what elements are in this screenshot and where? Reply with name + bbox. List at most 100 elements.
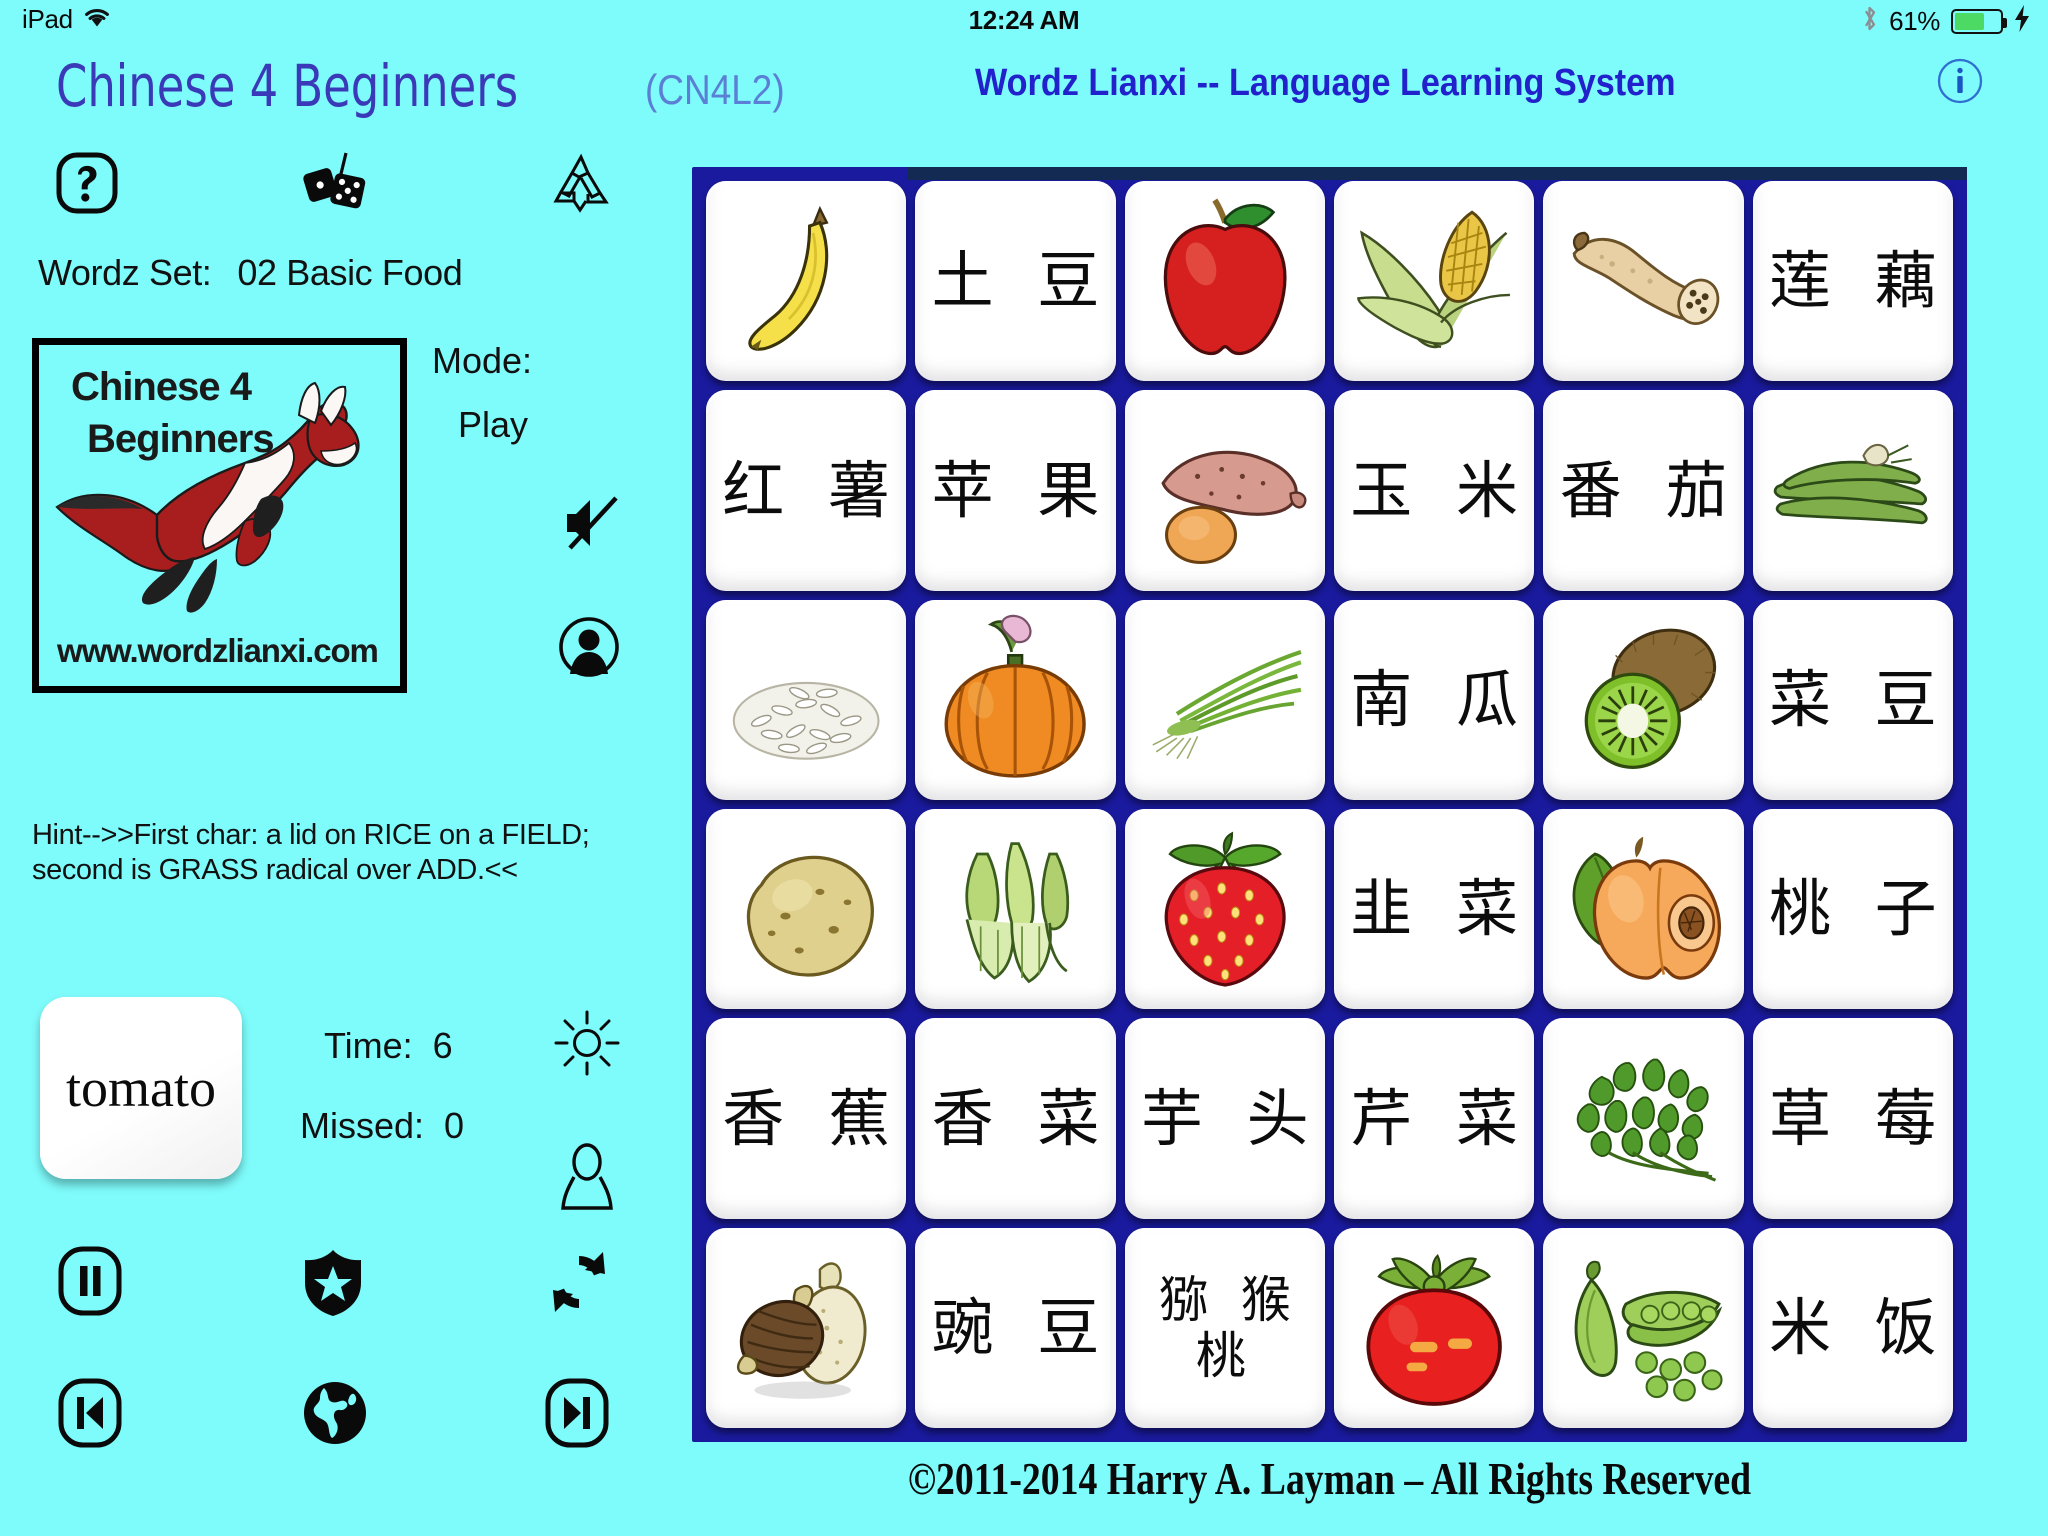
dice-icon[interactable] — [300, 150, 372, 221]
tile-36[interactable]: 米 饭 — [1752, 1227, 1953, 1428]
tile-17[interactable] — [1543, 599, 1744, 800]
tile-hanzi: 莲 藕 — [1768, 244, 1949, 318]
tile-28[interactable]: 芹 菜 — [1333, 1018, 1535, 1219]
corn-illustration — [1348, 195, 1520, 367]
time-label: Time: — [324, 1025, 413, 1066]
page-title: Chinese 4 Beginners — [56, 52, 519, 120]
tile-7[interactable]: 红 薯 — [706, 390, 907, 591]
tile-hanzi: 玉 米 — [1350, 453, 1531, 527]
person-outline-icon[interactable] — [554, 1142, 620, 1217]
shield-star-icon[interactable] — [300, 1248, 366, 1323]
cilantro-illustration — [1557, 1032, 1729, 1204]
tile-3[interactable] — [1124, 181, 1325, 382]
celery-illustration — [929, 823, 1101, 995]
wordz-set-value: 02 Basic Food — [237, 252, 463, 293]
tile-hanzi: 猕 猴 桃 — [1158, 1270, 1299, 1385]
tile-hanzi: 苹 果 — [931, 453, 1112, 527]
potato-illustration — [720, 823, 892, 995]
missed-value: 0 — [444, 1105, 465, 1146]
tile-2[interactable]: 土 豆 — [915, 181, 1116, 382]
tile-33[interactable]: 猕 猴 桃 — [1124, 1227, 1325, 1428]
tile-hanzi: 番 茄 — [1559, 453, 1740, 527]
tomato-illustration — [1348, 1242, 1520, 1414]
strawberry-illustration — [1139, 823, 1311, 995]
logo-url: www.wordzlianxi.com — [57, 632, 379, 669]
app-logo[interactable]: Chinese 4 Beginners www.wordzlianxi.com — [32, 338, 407, 693]
person-circle-icon[interactable] — [558, 616, 620, 683]
tile-19[interactable] — [706, 808, 907, 1010]
tile-14[interactable] — [915, 599, 1116, 800]
current-word-card[interactable]: tomato — [40, 997, 242, 1179]
tile-16[interactable]: 南 瓜 — [1333, 599, 1535, 800]
battery-percent: 61% — [1889, 5, 1940, 36]
clock: 12:24 AM — [968, 5, 1080, 35]
tile-5[interactable] — [1543, 181, 1744, 382]
tile-hanzi: 菜 豆 — [1768, 663, 1949, 737]
recycle-icon[interactable] — [548, 152, 614, 219]
tile-30[interactable]: 草 莓 — [1752, 1018, 1953, 1219]
tile-23[interactable] — [1543, 808, 1744, 1010]
tile-29[interactable] — [1543, 1018, 1744, 1219]
taro-illustration — [720, 1242, 892, 1414]
peach-illustration — [1557, 823, 1729, 995]
tile-grid: 土 豆 莲 藕红 薯苹 果 玉 米番 茄南 瓜 菜 豆韭 菜 桃 子香 蕉香 菜芋 头芹… — [706, 181, 1953, 1428]
tile-24[interactable]: 桃 子 — [1752, 808, 1953, 1010]
refresh-sync-icon[interactable] — [545, 1248, 613, 1321]
tile-hanzi: 香 蕉 — [722, 1081, 903, 1155]
lesson-code: (CN4L2) — [645, 66, 785, 113]
tile-8[interactable]: 苹 果 — [915, 390, 1116, 591]
tile-11[interactable]: 番 茄 — [1543, 390, 1744, 591]
tile-31[interactable] — [706, 1227, 907, 1428]
previous-track-icon[interactable] — [58, 1378, 122, 1453]
tile-10[interactable]: 玉 米 — [1333, 390, 1535, 591]
tile-26[interactable]: 香 菜 — [915, 1018, 1116, 1219]
tile-27[interactable]: 芋 头 — [1124, 1018, 1325, 1219]
missed-stat: Missed: 0 — [300, 1105, 464, 1147]
tile-32[interactable]: 豌 豆 — [915, 1227, 1116, 1428]
tile-hanzi: 米 饭 — [1768, 1291, 1949, 1365]
mode-value[interactable]: Play — [458, 404, 528, 446]
globe-icon[interactable] — [302, 1378, 368, 1453]
game-board: 土 豆 莲 藕红 薯苹 果 玉 米番 茄南 瓜 菜 豆韭 菜 桃 子香 蕉香 菜芋 头芹… — [692, 167, 1967, 1442]
time-value: 6 — [432, 1025, 453, 1066]
sun-brightness-icon[interactable] — [552, 1008, 622, 1083]
current-word-label: tomato — [66, 1058, 216, 1118]
tile-hanzi: 草 莓 — [1768, 1081, 1949, 1155]
tile-1[interactable] — [706, 181, 907, 382]
tile-hanzi: 芋 头 — [1140, 1081, 1321, 1155]
tile-21[interactable] — [1124, 808, 1325, 1010]
question-mark-icon[interactable] — [56, 152, 118, 219]
wordz-set-label: Wordz Set: — [38, 252, 212, 293]
tile-20[interactable] — [915, 808, 1116, 1010]
kiwi-illustration — [1557, 614, 1729, 786]
tile-22[interactable]: 韭 菜 — [1333, 808, 1535, 1010]
tile-hanzi: 土 豆 — [931, 244, 1112, 318]
chives-illustration — [1139, 614, 1311, 786]
tile-hanzi: 香 菜 — [931, 1081, 1112, 1155]
tile-34[interactable] — [1333, 1227, 1535, 1428]
pumpkin-illustration — [929, 614, 1101, 786]
tile-25[interactable]: 香 蕉 — [706, 1018, 907, 1219]
tile-6[interactable]: 莲 藕 — [1752, 181, 1953, 382]
time-stat: Time: 6 — [324, 1025, 453, 1067]
tile-4[interactable] — [1333, 181, 1535, 382]
status-bar: iPad 12:24 AM 61% — [0, 0, 2048, 40]
apple-illustration — [1139, 195, 1311, 367]
tile-35[interactable] — [1543, 1227, 1744, 1428]
tile-18[interactable]: 菜 豆 — [1752, 599, 1953, 800]
leaping-fox-illustration — [49, 381, 399, 648]
tile-13[interactable] — [706, 599, 907, 800]
tile-9[interactable] — [1124, 390, 1325, 591]
info-circle-icon[interactable] — [1936, 57, 1984, 105]
missed-label: Missed: — [300, 1105, 425, 1146]
speaker-muted-icon[interactable] — [560, 492, 622, 557]
wordz-set-row[interactable]: Wordz Set: 02 Basic Food — [38, 252, 463, 294]
mode-label: Mode: — [432, 340, 533, 381]
next-track-icon[interactable] — [545, 1378, 609, 1453]
tile-12[interactable] — [1752, 390, 1953, 591]
pause-button-icon[interactable] — [58, 1246, 122, 1321]
bluetooth-icon — [1861, 4, 1878, 38]
tile-15[interactable] — [1124, 599, 1325, 800]
peas-illustration — [1557, 1242, 1729, 1414]
tile-hanzi: 韭 菜 — [1350, 872, 1531, 946]
